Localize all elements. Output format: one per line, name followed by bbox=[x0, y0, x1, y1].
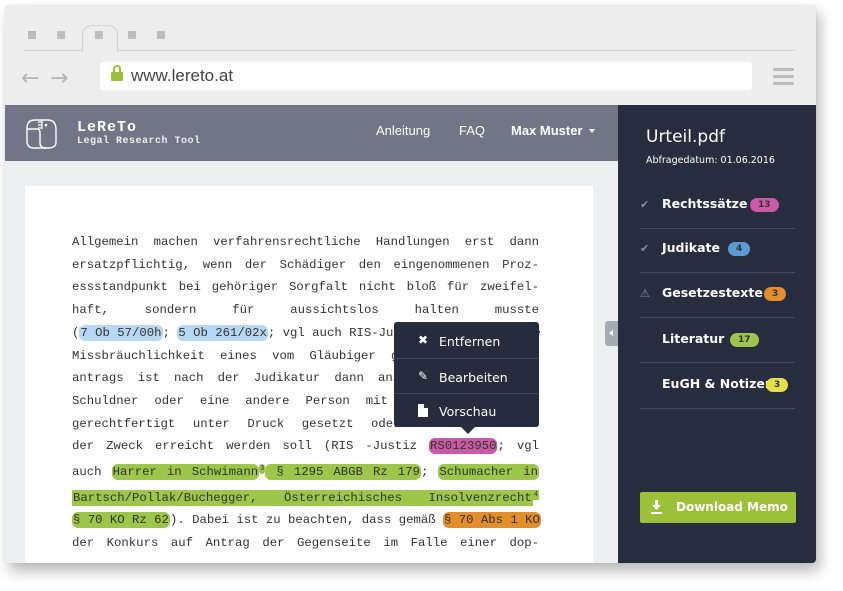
text-segment: ; bbox=[162, 325, 178, 340]
text-segment: ). Dabei ist zu beachten, dass gemäß bbox=[169, 513, 443, 528]
text-segment: der Konkurs auf Antrag der Gegenseite im… bbox=[72, 536, 539, 551]
arrow-left-icon[interactable]: ← bbox=[21, 65, 39, 93]
menu-divider bbox=[394, 358, 539, 359]
check-icon: ✔ bbox=[640, 198, 650, 211]
citation-highlight[interactable]: 5 Ob 261/02x bbox=[177, 324, 268, 341]
menu-item-preview[interactable]: Vorschau bbox=[394, 394, 539, 428]
text-segment: auch bbox=[72, 465, 112, 480]
hamburger-menu-icon[interactable] bbox=[773, 68, 794, 86]
citation-highlight[interactable]: Bartsch/Pollak/Buchegger, Österreichisch… bbox=[72, 489, 533, 506]
count-badge: 17 bbox=[730, 333, 759, 347]
citation-highlight[interactable]: Harrer in Schwimann bbox=[111, 464, 260, 481]
sidebar-divider bbox=[640, 408, 795, 409]
address-bar[interactable]: www.lereto.at bbox=[100, 62, 752, 90]
browser-tab[interactable] bbox=[128, 31, 136, 39]
browser-tab[interactable] bbox=[157, 31, 165, 39]
user-menu[interactable]: Max Muster bbox=[511, 123, 595, 138]
sidebar-item-label: Rechtssätze bbox=[662, 196, 748, 211]
document-line: ersatzpflichtig, wenn der Schädiger den … bbox=[72, 254, 539, 277]
file-icon bbox=[417, 403, 429, 417]
menu-item-remove[interactable]: ✖ Entfernen bbox=[394, 324, 539, 358]
sidebar-item-judikate[interactable]: ✔ Judikate 4 bbox=[640, 229, 795, 273]
document-line: Allgemein machen verfahrensrechtliche Ha… bbox=[72, 231, 539, 254]
pencil-icon: ✎ bbox=[417, 369, 429, 383]
text-segment: der Zweck erreicht werden soll (RIS -Jus… bbox=[72, 439, 430, 454]
count-badge: 3 bbox=[766, 378, 789, 392]
sidebar-item-label: Gesetzestexte bbox=[662, 285, 763, 300]
text-segment: ersatzpflichtig, wenn der Schädiger den … bbox=[72, 257, 539, 272]
text-segment: ; vgl bbox=[497, 439, 539, 454]
citation-highlight[interactable]: 7 Ob 57/00h bbox=[79, 324, 163, 341]
text-segment: Allgemein machen verfahrensrechtliche Ha… bbox=[72, 235, 539, 249]
document-line: haft, sondern für aussichtslos halten mu… bbox=[72, 299, 539, 322]
browser-window: ← → www.lereto.at LeReTo Legal Research … bbox=[5, 5, 816, 563]
sidebar-item-label: EuGH & Notizen bbox=[662, 376, 774, 391]
sidebar-item-literatur[interactable]: Literatur 17 bbox=[640, 320, 795, 364]
sidebar-item-eugh-notizen[interactable]: EuGH & Notizen 3 bbox=[640, 365, 795, 409]
document-line: auch Harrer in Schwimann 3 § 1295 ABGB Rz… bbox=[72, 458, 539, 484]
lock-icon bbox=[111, 65, 123, 81]
download-memo-label: Download Memo bbox=[676, 500, 788, 514]
text-segment: essstandpunkt bei gehöriger Sorgfalt nic… bbox=[72, 280, 539, 295]
menu-item-label: Vorschau bbox=[439, 404, 497, 419]
nav-link-faq[interactable]: FAQ bbox=[459, 123, 485, 138]
citation-highlight[interactable]: Schumacher in bbox=[438, 464, 539, 481]
sidebar-item-label: Judikate bbox=[662, 240, 720, 255]
chevron-down-icon bbox=[588, 129, 595, 133]
arrow-right-icon[interactable]: → bbox=[50, 65, 68, 93]
document-line: der Konkurs auf Antrag der Gegenseite im… bbox=[72, 532, 539, 555]
warning-icon: ⚠ bbox=[640, 287, 650, 300]
count-badge: 13 bbox=[750, 198, 779, 212]
sidebar-divider bbox=[640, 317, 795, 318]
sidebar-divider bbox=[640, 362, 795, 363]
sidebar-divider bbox=[640, 272, 795, 273]
sidebar-item-rechtssaetze[interactable]: ✔ Rechtssätze 13 bbox=[640, 185, 795, 229]
text-segment: ; bbox=[420, 465, 439, 480]
browser-tab[interactable] bbox=[28, 31, 36, 39]
sidebar-collapse-handle[interactable] bbox=[605, 321, 618, 346]
count-badge: 4 bbox=[728, 242, 751, 256]
sidebar-item-gesetzestexte[interactable]: ⚠ Gesetzestexte 3 bbox=[640, 274, 795, 318]
check-icon: ✔ bbox=[640, 242, 650, 255]
url-text[interactable]: www.lereto.at bbox=[131, 66, 233, 86]
citation-highlight[interactable]: § 1295 ABGB Rz 179 bbox=[265, 464, 421, 481]
citation-highlight[interactable]: RS0123950 bbox=[429, 438, 498, 455]
document-line: essstandpunkt bei gehöriger Sorgfalt nic… bbox=[72, 276, 539, 299]
text-segment: haft, sondern für aussichtslos halten mu… bbox=[72, 303, 539, 318]
user-name: Max Muster bbox=[511, 123, 583, 138]
menu-item-label: Bearbeiten bbox=[439, 370, 508, 385]
menu-item-label: Entfernen bbox=[439, 334, 501, 349]
context-menu: ✖ Entfernen ✎ Bearbeiten Vorschau bbox=[394, 322, 539, 434]
sidebar: Urteil.pdf Abfragedatum: 01.06.2016 ✔ Re… bbox=[618, 105, 816, 563]
logo-title: LeReTo bbox=[77, 119, 138, 136]
query-date: Abfragedatum: 01.06.2016 bbox=[646, 155, 775, 166]
citation-highlight[interactable]: 4 bbox=[532, 489, 539, 500]
menu-item-edit[interactable]: ✎ Bearbeiten bbox=[394, 360, 539, 394]
nav-link-guide[interactable]: Anleitung bbox=[376, 123, 430, 138]
close-icon: ✖ bbox=[417, 333, 429, 347]
lereto-logo-icon bbox=[26, 119, 57, 149]
browser-tab-active-indicator bbox=[95, 31, 103, 39]
logo-subtitle: Legal Research Tool bbox=[77, 136, 201, 147]
file-name: Urteil.pdf bbox=[646, 127, 725, 147]
document-line: der Zweck erreicht werden soll (RIS -Jus… bbox=[72, 435, 539, 458]
citation-highlight[interactable]: § 70 KO Rz 62 bbox=[72, 512, 170, 529]
document-line: Bartsch/Pollak/Buchegger, Österreichisch… bbox=[72, 484, 539, 510]
tab-strip bbox=[20, 21, 795, 52]
sidebar-item-label: Literatur bbox=[662, 331, 725, 346]
download-icon bbox=[651, 500, 662, 514]
document-line: § 70 KO Rz 62). Dabei ist zu beachten, d… bbox=[72, 509, 541, 532]
app-header: LeReTo Legal Research Tool Anleitung FAQ… bbox=[5, 105, 618, 161]
citation-highlight[interactable]: § 70 Abs 1 KO bbox=[442, 512, 541, 529]
tab-divider bbox=[25, 50, 795, 51]
download-memo-button[interactable]: Download Memo bbox=[640, 492, 796, 523]
browser-tab[interactable] bbox=[57, 31, 65, 39]
count-badge: 3 bbox=[764, 287, 787, 301]
